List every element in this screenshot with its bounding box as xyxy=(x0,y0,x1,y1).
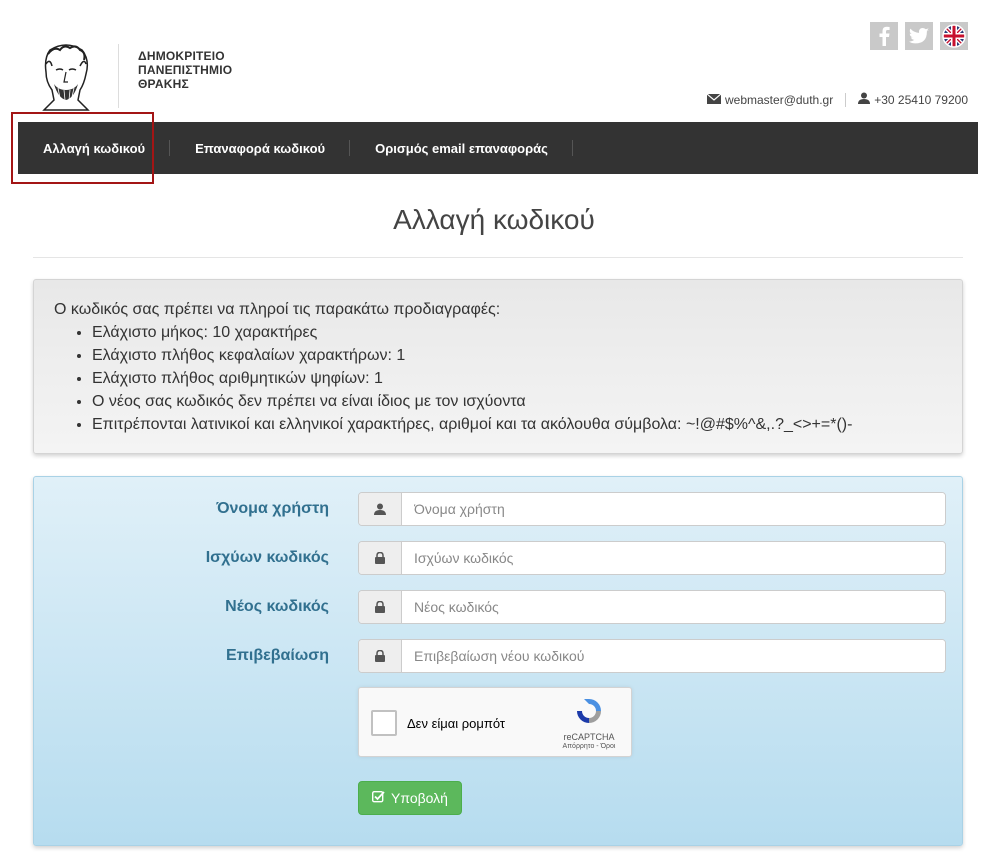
new-password-input[interactable] xyxy=(402,591,945,623)
university-name-line: ΠΑΝΕΠΙΣΤΗΜΙΟ xyxy=(138,63,233,77)
check-square-icon xyxy=(372,790,385,806)
submit-label: Υποβολή xyxy=(391,790,448,806)
contact-divider xyxy=(845,92,847,107)
tab-reset-password[interactable]: Επαναφορά κωδικού xyxy=(170,122,351,174)
email-text: webmaster@duth.gr xyxy=(725,92,834,107)
page-title: Αλλαγή κωδικού xyxy=(393,204,595,235)
confirm-password-label: Επιβεβαίωση xyxy=(225,647,329,664)
current-password-label: Ισχύων κωδικός xyxy=(205,549,329,566)
username-input[interactable] xyxy=(402,493,945,525)
user-icon xyxy=(359,493,402,525)
title-divider xyxy=(33,257,963,258)
recaptcha-logo: reCAPTCHA Απόρρητο - Όροι xyxy=(557,696,621,750)
username-label: Όνομα χρήστη xyxy=(216,500,329,517)
envelope-icon xyxy=(706,93,722,107)
current-password-row: Ισχύων κωδικός xyxy=(34,541,964,575)
phone-text: +30 25410 79200 xyxy=(874,92,968,107)
tab-change-password[interactable]: Αλλαγή κωδικού xyxy=(18,122,171,174)
twitter-icon[interactable] xyxy=(905,22,933,50)
tab-label: Αλλαγή κωδικού xyxy=(43,140,146,156)
change-password-form: Όνομα χρήστη Ισχύων κωδικός Νέος κωδικός… xyxy=(33,476,963,846)
requirement-item: Επιτρέπονται λατινικοί και ελληνικοί χαρ… xyxy=(92,413,942,436)
university-name-line: ΘΡΑΚΗΣ xyxy=(138,77,189,91)
requirement-item: Ελάχιστο πλήθος αριθμητικών ψηφίων: 1 xyxy=(92,367,942,390)
requirement-item: Ο νέος σας κωδικός δεν πρέπει να είναι ί… xyxy=(92,390,942,413)
lock-icon xyxy=(359,542,402,574)
current-password-group xyxy=(358,541,946,575)
submit-button[interactable]: Υποβολή xyxy=(358,781,462,815)
new-password-group xyxy=(358,590,946,624)
lock-icon xyxy=(359,640,402,672)
main-nav: Αλλαγή κωδικού Επαναφορά κωδικού Ορισμός… xyxy=(18,122,978,174)
lock-icon xyxy=(359,591,402,623)
requirements-intro: Ο κωδικός σας πρέπει να πληροί τις παρακ… xyxy=(54,301,501,318)
english-language-icon[interactable] xyxy=(940,22,968,50)
logo-divider xyxy=(118,44,119,108)
new-password-label: Νέος κωδικός xyxy=(225,598,329,615)
university-logo[interactable] xyxy=(30,40,102,112)
social-links xyxy=(870,22,968,50)
new-password-row: Νέος κωδικός xyxy=(34,590,964,624)
confirm-password-row: Επιβεβαίωση xyxy=(34,639,964,673)
recaptcha-brand: reCAPTCHA xyxy=(563,732,615,742)
recaptcha-checkbox[interactable] xyxy=(371,710,397,736)
requirement-item: Ελάχιστο μήκος: 10 χαρακτήρες xyxy=(92,321,942,344)
tab-set-recovery-email[interactable]: Ορισμός email επαναφοράς xyxy=(350,122,573,174)
recaptcha-label: Δεν είμαι ρομπότ xyxy=(407,716,506,731)
contact-phone: +30 25410 79200 xyxy=(858,92,968,107)
user-icon xyxy=(858,92,871,107)
contact-email[interactable]: webmaster@duth.gr xyxy=(706,92,834,107)
password-requirements: Ο κωδικός σας πρέπει να πληροί τις παρακ… xyxy=(33,279,963,454)
username-row: Όνομα χρήστη xyxy=(34,492,964,526)
confirm-password-group xyxy=(358,639,946,673)
facebook-icon[interactable] xyxy=(870,22,898,50)
site-header: ΔΗΜΟΚΡΙΤΕΙΟ ΠΑΝΕΠΙΣΤΗΜΙΟ ΘΡΑΚΗΣ webmaste… xyxy=(0,0,988,122)
recaptcha-terms[interactable]: Απόρρητο - Όροι xyxy=(557,743,621,750)
university-name-line: ΔΗΜΟΚΡΙΤΕΙΟ xyxy=(138,49,225,63)
requirement-item: Ελάχιστο πλήθος κεφαλαίων χαρακτήρων: 1 xyxy=(92,344,942,367)
username-group xyxy=(358,492,946,526)
contact-info: webmaster@duth.gr +30 25410 79200 xyxy=(706,92,968,107)
confirm-password-input[interactable] xyxy=(402,640,945,672)
recaptcha-icon xyxy=(577,699,601,723)
requirements-list: Ελάχιστο μήκος: 10 χαρακτήρες Ελάχιστο π… xyxy=(92,321,942,436)
university-name: ΔΗΜΟΚΡΙΤΕΙΟ ΠΑΝΕΠΙΣΤΗΜΙΟ ΘΡΑΚΗΣ xyxy=(138,49,232,91)
recaptcha-widget: Δεν είμαι ρομπότ reCAPTCHA Απόρρητο - Όρ… xyxy=(358,687,632,757)
current-password-input[interactable] xyxy=(402,542,945,574)
tab-label: Επαναφορά κωδικού xyxy=(195,140,326,156)
tab-label: Ορισμός email επαναφοράς xyxy=(375,140,548,156)
